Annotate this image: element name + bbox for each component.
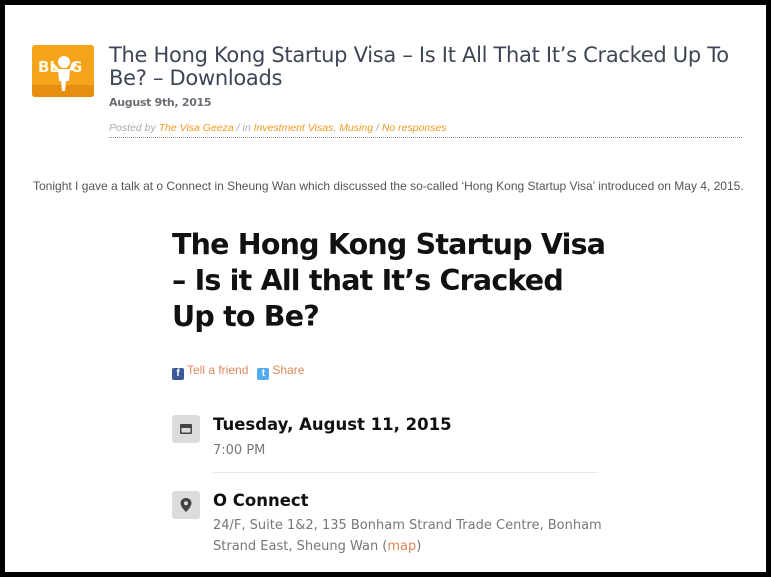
intro-paragraph: Tonight I gave a talk at o Connect in Sh…: [33, 179, 744, 193]
post-date: August 9th, 2015: [109, 96, 212, 109]
blog-badge-icon: BL G: [32, 45, 94, 97]
event-title: The Hong Kong Startup Visa – Is it All t…: [172, 228, 606, 333]
page: BL G The Hong Kong Startup Visa – Is It …: [5, 5, 766, 572]
venue-name: O Connect: [213, 491, 309, 510]
venue-address: 24/F, Suite 1&2, 135 Bonham Strand Trade…: [213, 515, 613, 557]
share-link[interactable]: Share: [272, 363, 304, 377]
category-link-musing[interactable]: Musing: [339, 122, 373, 134]
twitter-icon[interactable]: t: [257, 368, 270, 380]
event-time: 7:00 PM: [213, 443, 266, 458]
posted-by-label: Posted by: [109, 122, 159, 134]
event-date-row: Tuesday, August 11, 2015 7:00 PM: [172, 415, 602, 465]
location-pin-icon: [172, 491, 200, 519]
divider: [109, 137, 742, 138]
address-close: ): [416, 539, 422, 554]
social-links: f Tell a friend t Share: [172, 363, 304, 380]
post-meta: Posted by The Visa Geeza / in Investment…: [109, 122, 447, 134]
facebook-icon[interactable]: f: [172, 368, 184, 380]
map-link[interactable]: map: [387, 539, 416, 554]
event-card: The Hong Kong Startup Visa – Is it All t…: [172, 227, 612, 335]
meta-sep: / in: [233, 122, 254, 134]
responses-link[interactable]: No responses: [382, 122, 447, 134]
category-link-investment[interactable]: Investment Visas: [254, 122, 334, 134]
tell-a-friend-link[interactable]: Tell a friend: [187, 363, 248, 377]
event-date: Tuesday, August 11, 2015: [213, 415, 452, 434]
post-title[interactable]: The Hong Kong Startup Visa – Is It All T…: [109, 44, 749, 90]
calendar-icon: [172, 415, 200, 443]
author-link[interactable]: The Visa Geeza: [159, 122, 234, 134]
event-venue-row: O Connect 24/F, Suite 1&2, 135 Bonham St…: [172, 491, 602, 561]
row-divider: [213, 472, 598, 473]
meta-sep: /: [373, 122, 382, 134]
